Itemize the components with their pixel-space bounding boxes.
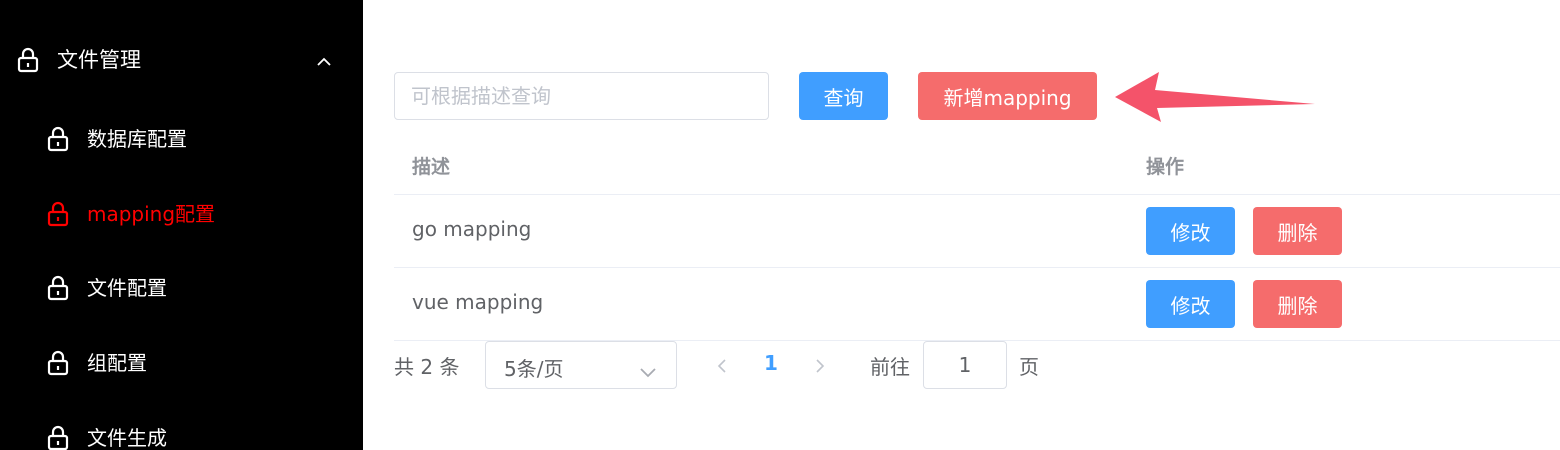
sidebar-group-title: 文件管理	[57, 48, 141, 72]
sidebar-item-label: 文件生成	[87, 426, 167, 450]
sidebar-item-file-config[interactable]: 文件配置	[0, 262, 363, 314]
query-button[interactable]: 查询	[799, 72, 888, 120]
row-description: vue mapping	[412, 290, 544, 314]
chevron-down-icon	[639, 359, 657, 383]
page-number-current[interactable]: 1	[764, 351, 778, 375]
next-page-icon[interactable]	[815, 355, 825, 379]
chevron-up-icon	[316, 52, 332, 71]
sidebar: 文件管理 数据库配置 mapping配置 文件配置 组配置 文件生成	[0, 0, 363, 450]
lock-icon	[47, 126, 69, 152]
main-content: 查询 新增mapping 描述 操作 go mapping 修改 删除 vue …	[363, 0, 1560, 450]
lock-icon	[17, 47, 39, 73]
sidebar-item-label: 文件配置	[87, 276, 167, 300]
search-input[interactable]	[394, 72, 769, 120]
sidebar-item-database-config[interactable]: 数据库配置	[0, 113, 363, 165]
sidebar-group-file-management[interactable]: 文件管理	[0, 34, 363, 86]
sidebar-item-label: mapping配置	[87, 202, 216, 226]
column-header-actions: 操作	[1146, 156, 1185, 178]
sidebar-item-file-generate[interactable]: 文件生成	[0, 412, 363, 450]
sidebar-item-label: 组配置	[87, 351, 147, 375]
lock-icon	[47, 201, 69, 227]
column-header-description: 描述	[412, 156, 451, 178]
delete-button[interactable]: 删除	[1253, 280, 1342, 328]
pagination: 共 2 条 5条/页 1 前往 页	[394, 341, 1094, 389]
edit-button[interactable]: 修改	[1146, 207, 1235, 255]
arrow-annotation-icon	[1115, 72, 1315, 122]
page-suffix: 页	[1019, 355, 1039, 379]
lock-icon	[47, 425, 69, 450]
goto-label: 前往	[870, 355, 910, 379]
page-size-select[interactable]: 5条/页	[485, 341, 677, 389]
prev-page-icon[interactable]	[717, 355, 727, 379]
table-row: go mapping 修改 删除	[394, 195, 1560, 268]
lock-icon	[47, 350, 69, 376]
sidebar-item-mapping-config[interactable]: mapping配置	[0, 188, 363, 240]
sidebar-item-label: 数据库配置	[87, 127, 187, 151]
goto-page-input[interactable]	[923, 341, 1007, 389]
lock-icon	[47, 275, 69, 301]
total-count: 共 2 条	[394, 355, 460, 379]
delete-button[interactable]: 删除	[1253, 207, 1342, 255]
sidebar-item-group-config[interactable]: 组配置	[0, 337, 363, 389]
add-mapping-button[interactable]: 新增mapping	[918, 72, 1097, 120]
row-description: go mapping	[412, 217, 532, 241]
edit-button[interactable]: 修改	[1146, 280, 1235, 328]
table-row: vue mapping 修改 删除	[394, 268, 1560, 341]
page-size-value: 5条/页	[504, 357, 564, 381]
